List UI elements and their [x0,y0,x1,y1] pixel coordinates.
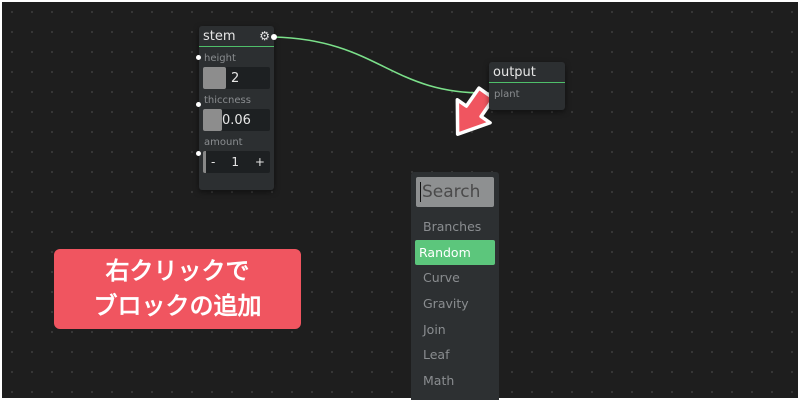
stem-output-port[interactable] [271,34,277,40]
menu-item-random[interactable]: Random [415,239,495,266]
amount-value: 1 [231,155,239,169]
add-block-menu[interactable]: Search Branches Random Curve Gravity Joi… [411,172,499,400]
menu-item-branches[interactable]: Branches [415,214,495,240]
menu-item-math[interactable]: Math [415,368,495,394]
amount-stepper[interactable]: - 1 + [203,151,270,173]
thiccness-field[interactable]: 0.06 [203,109,270,131]
callout-line-1: 右クリックで [105,257,250,285]
output-node-header[interactable]: output [489,62,565,83]
plant-input-label: plant [494,89,520,100]
search-input[interactable]: Search [416,177,494,207]
menu-item-join[interactable]: Join [415,316,495,342]
output-node-title: output [493,64,536,80]
menu-item-leaf[interactable]: Leaf [415,342,495,368]
height-label: height [204,53,236,64]
stem-node[interactable]: stem ⚙ height 2 thiccness 0.06 amount - … [196,26,277,190]
height-field[interactable]: 2 [203,67,270,89]
stem-node-header[interactable]: stem ⚙ [199,26,274,47]
callout-line-2: ブロックの追加 [93,292,262,320]
instruction-callout: 右クリックで ブロックの追加 [54,249,301,329]
output-node[interactable]: output plant [489,62,565,110]
thiccness-value: 0.06 [222,112,251,128]
stem-node-title: stem [203,28,236,44]
thiccness-input-port[interactable] [196,102,201,107]
amount-increment-button[interactable]: + [250,155,270,169]
text-cursor [420,182,421,202]
height-value: 2 [231,70,240,86]
node-editor-canvas[interactable] [2,2,798,398]
search-placeholder: Search [422,182,481,202]
amount-label: amount [204,137,243,148]
amount-input-port[interactable] [196,151,201,156]
menu-item-gravity[interactable]: Gravity [415,291,495,317]
menu-item-curve[interactable]: Curve [415,265,495,291]
height-input-port[interactable] [196,55,201,60]
thiccness-label: thiccness [204,95,251,106]
amount-decrement-button[interactable]: - [206,155,220,169]
gear-icon[interactable]: ⚙ [259,29,270,43]
